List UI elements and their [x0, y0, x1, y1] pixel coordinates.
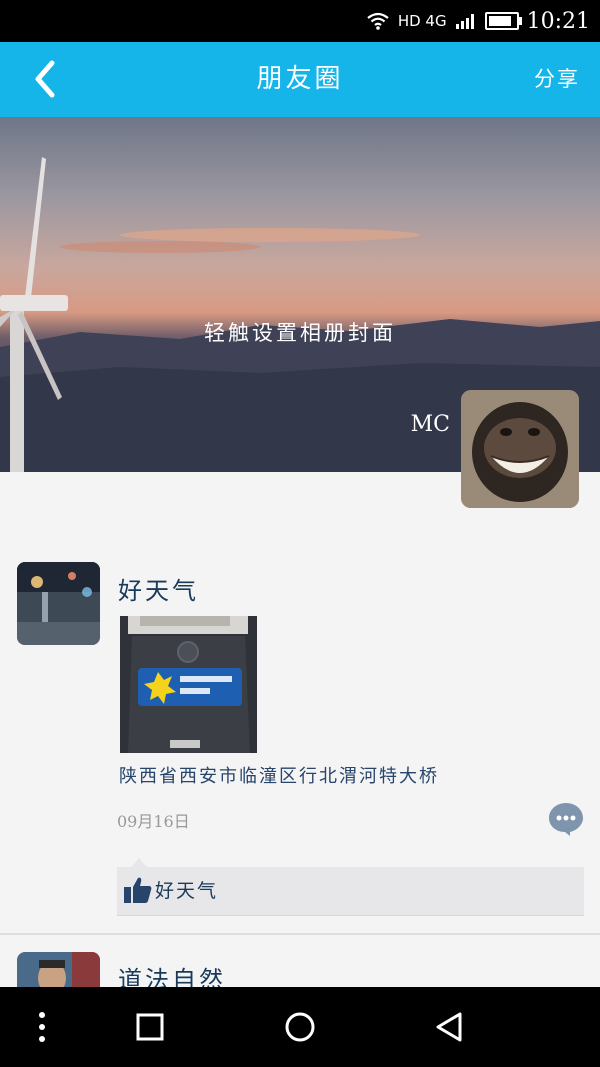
post-photo[interactable]	[120, 616, 257, 753]
clock: 10:21	[526, 8, 590, 34]
status-icons: HD 4G 10:21	[366, 0, 590, 42]
cover-hint: 轻触设置相册封面	[204, 321, 396, 345]
bus-seat-photo-image	[120, 616, 257, 753]
share-button[interactable]: 分享	[534, 42, 580, 117]
system-back-button[interactable]	[430, 1007, 470, 1047]
post-divider	[0, 933, 600, 935]
app-header: 朋友圈 分享	[0, 42, 600, 117]
battery-fill	[488, 16, 511, 26]
home-icon	[285, 1012, 315, 1042]
post-author-avatar[interactable]	[17, 562, 100, 645]
signal-icon	[455, 14, 474, 29]
status-bar: HD 4G 10:21	[0, 0, 600, 42]
likes-section: 好天气	[117, 858, 584, 916]
chimp-avatar-image	[461, 390, 579, 508]
post-date: 09月16日	[117, 812, 190, 831]
profile-name: MC	[410, 412, 450, 437]
liker-name[interactable]: 好天气	[155, 867, 218, 915]
post-author-name[interactable]: 好天气	[118, 571, 199, 606]
system-nav-bar	[0, 987, 600, 1067]
night-street-avatar-image	[17, 562, 100, 645]
profile-avatar[interactable]	[461, 390, 579, 508]
menu-button[interactable]	[22, 1007, 62, 1047]
thumbs-up-icon	[124, 877, 152, 903]
comment-button[interactable]	[548, 801, 584, 837]
home-button[interactable]	[280, 1007, 320, 1047]
comment-bubble-icon	[549, 803, 583, 836]
network-label: HD 4G	[397, 12, 447, 30]
battery-icon	[484, 12, 522, 30]
recent-apps-button[interactable]	[130, 1007, 170, 1047]
post-location-link[interactable]: 陕西省西安市临潼区行北渭河特大桥	[119, 762, 439, 788]
page-title: 朋友圈	[256, 64, 344, 94]
menu-dots-icon	[39, 1012, 45, 1042]
back-icon	[436, 1012, 462, 1042]
wifi-icon	[367, 12, 389, 30]
recent-apps-icon	[136, 1013, 164, 1041]
